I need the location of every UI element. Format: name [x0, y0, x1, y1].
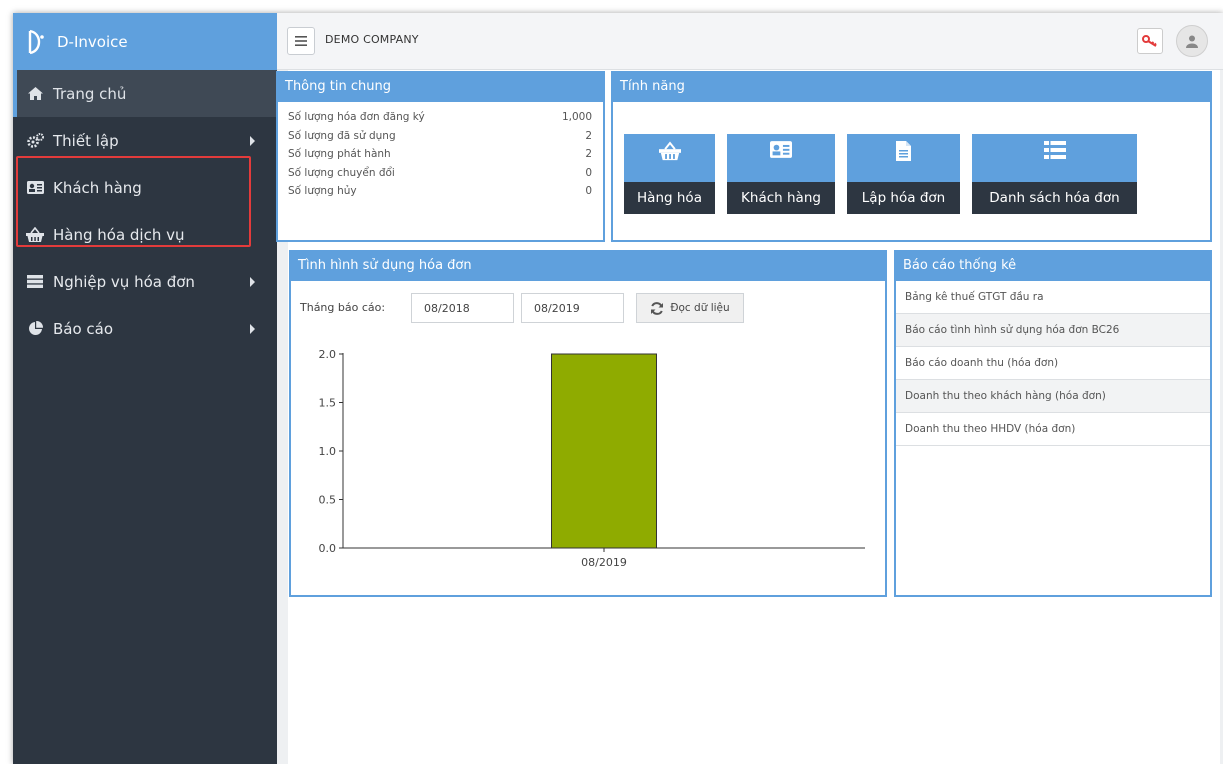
- load-data-button[interactable]: Đọc dữ liệu: [636, 293, 744, 323]
- sidebar-item-reports[interactable]: Báo cáo: [13, 305, 277, 352]
- user-icon: [1186, 35, 1198, 48]
- usage-bar-chart: 0.0 0.5 1.0 1.5 2.0 08/2019: [319, 348, 865, 569]
- report-month-label: Tháng báo cáo:: [300, 301, 386, 314]
- id-card-icon: [26, 180, 44, 196]
- to-month-input[interactable]: 08/2019: [521, 293, 624, 323]
- server-icon: [26, 274, 44, 290]
- list-icon: [1043, 141, 1066, 159]
- key-icon: [1142, 35, 1157, 47]
- info-row: Số lượng phát hành 2: [278, 145, 603, 164]
- sidebar-item-products[interactable]: Hàng hóa dịch vụ: [13, 211, 277, 258]
- key-button[interactable]: [1137, 28, 1163, 54]
- feature-label: Khách hàng: [727, 182, 835, 214]
- info-label: Số lượng phát hành: [288, 148, 391, 161]
- feature-customers-button[interactable]: Khách hàng: [727, 134, 835, 214]
- report-link-revenue-by-product[interactable]: Doanh thu theo HHDV (hóa đơn): [896, 413, 1210, 446]
- load-data-label: Đọc dữ liệu: [670, 302, 730, 314]
- sidebar-item-invoice-ops[interactable]: Nghiệp vụ hóa đơn: [13, 258, 277, 305]
- pie-chart-icon: [26, 321, 44, 337]
- chevron-right-icon: [250, 323, 255, 334]
- sidebar: D-Invoice Trang chủ Thiết lập Khách hàng: [13, 13, 277, 764]
- basket-icon: [26, 227, 44, 243]
- info-label: Số lượng chuyển đổi: [288, 166, 395, 179]
- info-value: 0: [585, 166, 592, 179]
- info-row: Số lượng chuyển đổi 0: [278, 164, 603, 183]
- feature-invoice-list-button[interactable]: Danh sách hóa đơn: [972, 134, 1137, 214]
- y-tick-label: 0.0: [319, 542, 337, 555]
- chevron-right-icon: [250, 135, 255, 146]
- sidebar-item-label: Thiết lập: [53, 131, 119, 150]
- features-panel: Tính năng Hàng hóa Khách hàng Lập hóa đơ…: [611, 71, 1212, 242]
- refresh-icon: [651, 301, 664, 315]
- sidebar-item-label: Trang chủ: [53, 84, 127, 103]
- from-month-input[interactable]: 08/2018: [411, 293, 514, 323]
- hamburger-icon: [295, 36, 307, 46]
- brand-header[interactable]: D-Invoice: [13, 13, 277, 70]
- y-tick-label: 1.0: [319, 445, 337, 458]
- sidebar-item-home[interactable]: Trang chủ: [13, 70, 277, 117]
- y-tick-label: 0.5: [319, 494, 337, 507]
- feature-products-button[interactable]: Hàng hóa: [624, 134, 715, 214]
- feature-label: Lập hóa đơn: [847, 182, 960, 214]
- info-value: 0: [585, 185, 592, 198]
- cogs-icon: [26, 133, 44, 149]
- id-card-icon: [770, 141, 792, 158]
- y-tick-label: 2.0: [319, 348, 337, 361]
- feature-label: Danh sách hóa đơn: [972, 182, 1137, 214]
- info-value: 2: [585, 129, 592, 142]
- brand-name: D-Invoice: [57, 32, 128, 51]
- chevron-right-icon: [250, 276, 255, 287]
- user-menu-button[interactable]: [1176, 25, 1208, 57]
- info-value: 2: [585, 148, 592, 161]
- feature-create-invoice-button[interactable]: Lập hóa đơn: [847, 134, 960, 214]
- menu-toggle-button[interactable]: [287, 27, 315, 55]
- panel-title: Tình hình sử dụng hóa đơn: [291, 252, 885, 281]
- info-label: Số lượng hủy: [288, 185, 357, 198]
- info-row: Số lượng hủy 0: [278, 182, 603, 201]
- home-icon: [26, 86, 44, 102]
- sidebar-item-label: Nghiệp vụ hóa đơn: [53, 272, 195, 291]
- panel-title: Thông tin chung: [278, 73, 603, 102]
- info-row: Số lượng đã sử dụng 2: [278, 127, 603, 146]
- general-info-panel: Thông tin chung Số lượng hóa đơn đăng ký…: [276, 71, 605, 242]
- panel-title: Tính năng: [613, 73, 1210, 102]
- basket-icon: [658, 141, 681, 161]
- report-link-revenue-by-customer[interactable]: Doanh thu theo khách hàng (hóa đơn): [896, 380, 1210, 413]
- y-tick-label: 1.5: [319, 397, 337, 410]
- company-name: DEMO COMPANY: [325, 33, 419, 46]
- reports-panel: Báo cáo thống kê Bảng kê thuế GTGT đầu r…: [894, 250, 1212, 597]
- sidebar-item-settings[interactable]: Thiết lập: [13, 117, 277, 164]
- panel-title: Báo cáo thống kê: [896, 252, 1210, 281]
- info-label: Số lượng đã sử dụng: [288, 129, 396, 142]
- info-row: Số lượng hóa đơn đăng ký 1,000: [278, 108, 603, 127]
- info-label: Số lượng hóa đơn đăng ký: [288, 111, 425, 124]
- file-icon: [896, 141, 911, 161]
- bar: [551, 353, 657, 549]
- top-bar: DEMO COMPANY: [277, 13, 1223, 70]
- sidebar-item-customers[interactable]: Khách hàng: [13, 164, 277, 211]
- report-link-bc26[interactable]: Báo cáo tình hình sử dụng hóa đơn BC26: [896, 314, 1210, 347]
- sidebar-item-label: Báo cáo: [53, 319, 114, 338]
- report-link-revenue[interactable]: Báo cáo doanh thu (hóa đơn): [896, 347, 1210, 380]
- logo-icon: [28, 29, 44, 54]
- x-tick-label: 08/2019: [581, 556, 627, 569]
- usage-panel: Tình hình sử dụng hóa đơn Tháng báo cáo:…: [289, 250, 887, 597]
- sidebar-item-label: Khách hàng: [53, 178, 142, 197]
- sidebar-item-label: Hàng hóa dịch vụ: [53, 225, 185, 244]
- report-link-vat-output[interactable]: Bảng kê thuế GTGT đầu ra: [896, 281, 1210, 314]
- info-value: 1,000: [561, 111, 592, 124]
- feature-label: Hàng hóa: [624, 182, 715, 214]
